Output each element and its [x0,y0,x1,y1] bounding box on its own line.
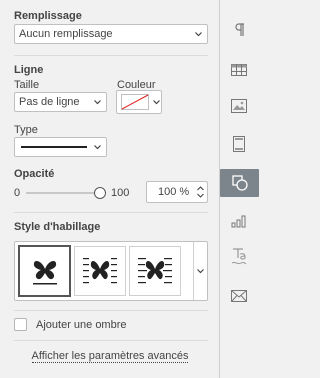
shape-settings-panel: Remplissage Aucun remplissage Ligne Tail… [0,0,220,378]
mail-merge-icon [231,290,247,302]
table-settings-button[interactable] [224,57,254,83]
line-size-select[interactable]: Pas de ligne [14,92,107,112]
opacity-slider-thumb[interactable] [94,187,106,199]
fill-heading: Remplissage [14,10,82,22]
fill-select[interactable]: Aucun remplissage [14,24,208,44]
opacity-heading: Opacité [14,168,55,180]
wrap-inline-icon [32,261,57,285]
line-type-label: Type [14,124,38,136]
text-art-icon [231,248,247,265]
header-footer-icon [233,136,245,152]
wrap-style-heading: Style d'habillage [14,221,101,233]
chart-settings-button[interactable] [224,208,254,234]
divider [14,310,208,311]
wrap-square-icon [83,258,117,284]
fill-select-value: Aucun remplissage [19,28,113,40]
chevron-down-icon[interactable] [196,262,205,280]
paragraph-icon [235,23,244,36]
shadow-label: Ajouter une ombre [36,319,127,331]
opacity-slider-track[interactable] [26,192,100,194]
opacity-max-label: 100 [111,187,130,199]
header-footer-settings-button[interactable] [224,131,254,157]
chevron-down-icon [195,32,202,37]
shadow-checkbox[interactable] [14,318,27,331]
divider [193,242,194,300]
line-size-label: Taille [14,79,40,91]
mail-merge-settings-button[interactable] [224,283,254,309]
divider [14,212,208,213]
table-icon [231,64,247,76]
advanced-settings-link-row: Afficher les paramètres avancés [0,350,220,363]
chevron-down-icon [153,100,160,105]
divider [14,340,208,341]
chart-icon [231,215,246,228]
wrap-tight-icon [138,258,172,284]
opacity-min-label: 0 [14,187,21,199]
right-sidebar [220,0,259,378]
divider [14,55,208,56]
line-type-select[interactable] [14,137,107,157]
advanced-settings-link[interactable]: Afficher les paramètres avancés [31,350,189,363]
opacity-spin-input[interactable]: 100 % [146,181,208,203]
line-heading: Ligne [14,64,44,76]
paragraph-settings-button[interactable] [224,17,254,43]
solid-line-icon [21,146,87,148]
chevron-down-icon [94,100,101,105]
spin-arrows-icon[interactable] [196,184,205,200]
wrap-square-option[interactable] [74,246,126,296]
line-color-picker[interactable] [116,90,162,114]
chevron-down-icon [94,145,101,150]
wrap-tight-option[interactable] [129,246,181,296]
image-settings-button[interactable] [224,93,254,119]
line-size-value: Pas de ligne [19,96,80,108]
image-icon [231,99,247,113]
wrap-style-picker [14,241,208,301]
shape-settings-button[interactable] [220,169,259,197]
text-art-settings-button[interactable] [224,244,254,270]
no-color-swatch-icon [121,94,149,110]
shape-icon [231,175,248,191]
opacity-spin-value: 100 % [158,186,190,198]
wrap-inline-option[interactable] [18,245,71,297]
